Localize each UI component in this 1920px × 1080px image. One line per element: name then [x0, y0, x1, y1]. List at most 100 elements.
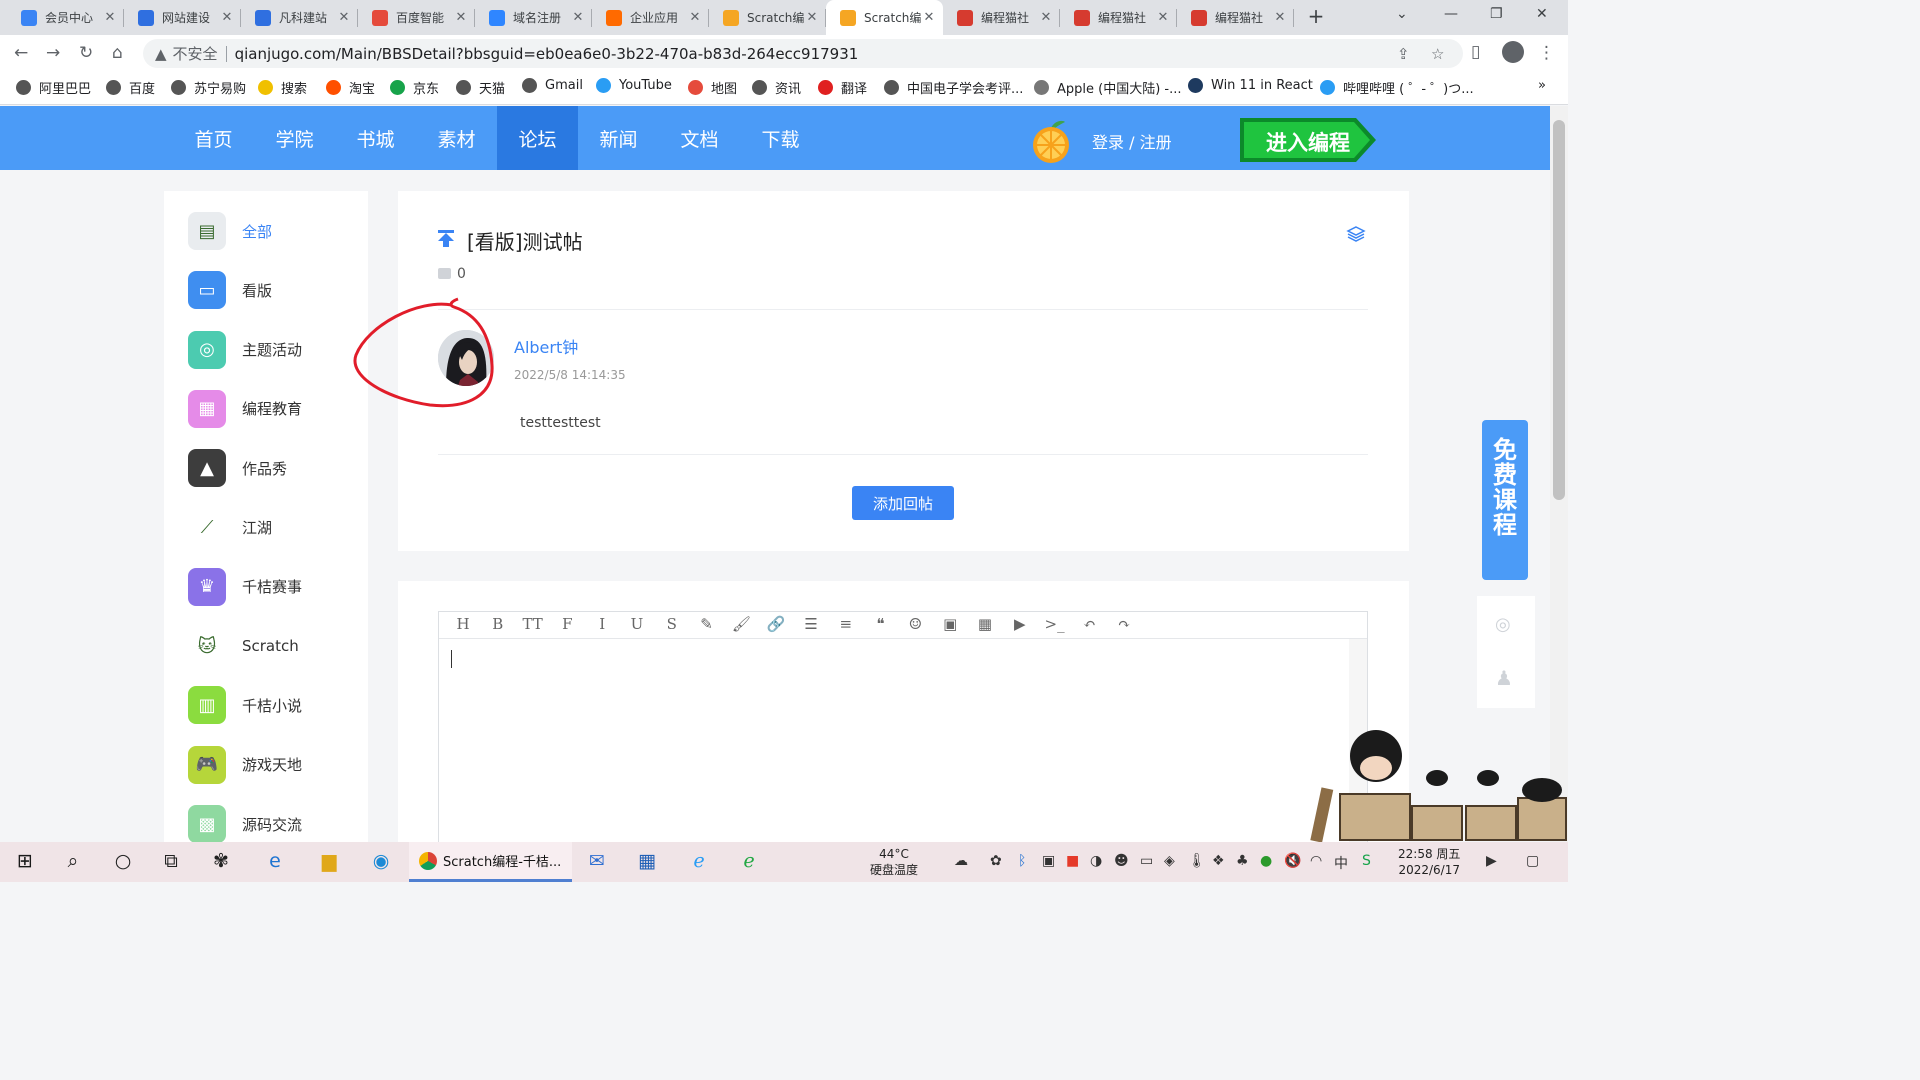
close-window-icon[interactable]: ✕ [1536, 6, 1548, 22]
free-course-banner[interactable]: 免费课程 [1482, 420, 1528, 580]
scrollbar-thumb[interactable] [1553, 120, 1565, 500]
sidebar-item[interactable]: ♛ 千桔赛事 [188, 567, 358, 607]
tray-app-icon[interactable]: ◈ [1164, 853, 1175, 869]
bookmark-item[interactable]: 京东 [390, 78, 439, 97]
nav-item[interactable]: 素材 [416, 106, 497, 170]
side-panel-icon[interactable]: ▯ [1471, 42, 1480, 62]
cortana-icon[interactable]: ○ [110, 850, 136, 874]
close-tab-icon[interactable]: ✕ [453, 10, 469, 25]
profile-avatar[interactable] [1502, 41, 1524, 63]
bookmark-item[interactable]: 淘宝 [326, 78, 375, 97]
nav-item[interactable]: 论坛 [497, 106, 578, 170]
bold-icon[interactable]: B [486, 615, 510, 635]
forward-icon[interactable]: → [46, 43, 60, 63]
bookmark-item[interactable]: 哔哩哔哩 ( ゜- ゜)つ... [1320, 78, 1474, 97]
tray-app-icon[interactable]: ◑ [1090, 853, 1102, 869]
search-icon[interactable]: ⌕ [60, 850, 86, 874]
code-icon[interactable]: >_ [1043, 615, 1067, 635]
battery-icon[interactable]: ▭ [1140, 853, 1153, 869]
tray-app-icon[interactable]: ♣ [1236, 853, 1249, 869]
tab-10[interactable]: 编程猫社 ✕ [1177, 0, 1294, 35]
author-name[interactable]: Albert钟 [514, 334, 578, 358]
bookmark-item[interactable]: 苏宁易购 [171, 78, 246, 97]
taskbar-app-chrome[interactable]: Scratch编程-千桔... [409, 842, 572, 882]
nav-item[interactable]: 新闻 [578, 106, 659, 170]
bookmark-item[interactable]: Apple (中国大陆) -... [1034, 78, 1182, 97]
bookmark-item[interactable]: 中国电子学会考评... [884, 78, 1023, 97]
close-tab-icon[interactable]: ✕ [687, 10, 703, 25]
windows-start-icon[interactable]: ⊞ [12, 850, 38, 874]
tab-1[interactable]: 网站建设 ✕ [124, 0, 241, 35]
mail-icon[interactable]: ✉ [584, 850, 610, 874]
new-tab-button[interactable]: + [1304, 4, 1328, 30]
add-reply-button[interactable]: 添加回帖 [852, 486, 954, 520]
menu-icon[interactable]: ⋮ [1538, 43, 1555, 63]
wechat-icon[interactable]: ◎ [1495, 614, 1511, 635]
weather-icon[interactable]: ☁ [954, 853, 968, 869]
tray-app-icon[interactable]: ■ [1066, 853, 1079, 869]
redo-icon[interactable]: ↷ [1112, 615, 1136, 635]
quote-icon[interactable]: ❝ [869, 615, 893, 635]
heading-icon[interactable]: H [451, 615, 475, 635]
underline-icon[interactable]: U [625, 615, 649, 635]
tray-app-icon[interactable]: ☻ [1114, 853, 1129, 869]
tab-search-icon[interactable]: ⌄ [1396, 6, 1408, 22]
address-bar[interactable]: ▲ 不安全 qianjugo.com/Main/BBSDetail?bbsgui… [143, 39, 1463, 68]
sidebar-item[interactable]: 🎮 游戏天地 [188, 745, 358, 785]
tab-4[interactable]: 域名注册 ✕ [475, 0, 592, 35]
volume-muted-icon[interactable]: 🔇 [1284, 853, 1301, 869]
task-view-icon[interactable]: ⧉ [158, 850, 184, 874]
nav-item[interactable]: 首页 [173, 106, 254, 170]
login-register-link[interactable]: 登录 / 注册 [1092, 129, 1172, 153]
enter-coding-button[interactable]: 进入编程 [1238, 116, 1378, 164]
nav-item[interactable]: 学院 [254, 106, 335, 170]
system-clock[interactable]: 22:58 周五 2022/6/17 [1398, 846, 1460, 878]
bookmark-item[interactable]: Win 11 in React [1188, 78, 1313, 93]
sidebar-item[interactable]: 🐱 Scratch [188, 626, 358, 666]
nav-item[interactable]: 下载 [740, 106, 821, 170]
reply-editor[interactable]: H B TT F I U S ✎ 🖌 🔗 ☰ ≡ ❝ ☺ ▣ ▦ ▶ >_ ↶ ↷ [438, 611, 1368, 851]
network-icon[interactable]: ◠ [1310, 853, 1322, 869]
sidebar-item[interactable]: ▥ 千桔小说 [188, 685, 358, 725]
temperature-widget[interactable]: 44°C 硬盘温度 [870, 846, 918, 878]
url-text[interactable]: qianjugo.com/Main/BBSDetail?bbsguid=eb0e… [235, 45, 859, 63]
tray-app-icon[interactable]: ● [1260, 853, 1272, 869]
nav-item[interactable]: 文档 [659, 106, 740, 170]
table-icon[interactable]: ▦ [973, 615, 997, 635]
bookmark-item[interactable]: 翻译 [818, 78, 867, 97]
tab-5[interactable]: 企业应用 ✕ [592, 0, 709, 35]
tab-3[interactable]: 百度智能 ✕ [358, 0, 475, 35]
close-tab-icon[interactable]: ✕ [102, 10, 118, 25]
back-icon[interactable]: ← [14, 43, 28, 63]
bookmark-item[interactable]: YouTube [596, 78, 672, 93]
bookmark-star-icon[interactable]: ☆ [1431, 45, 1444, 63]
undo-icon[interactable]: ↶ [1077, 615, 1101, 635]
sidebar-item[interactable]: ▩ 源码交流 [188, 804, 358, 844]
bookmark-item[interactable]: 阿里巴巴 [16, 78, 91, 97]
tab-8[interactable]: 编程猫社 ✕ [943, 0, 1060, 35]
brush-icon[interactable]: 🖌 [729, 615, 753, 635]
bluetooth-icon[interactable]: ᛒ [1018, 853, 1026, 869]
bookmark-item[interactable]: 地图 [688, 78, 737, 97]
highlight-icon[interactable]: ✎ [695, 615, 719, 635]
sidebar-item[interactable]: ▤ 全部 [188, 211, 358, 251]
bookmarks-more[interactable]: » [1538, 78, 1546, 93]
close-tab-icon[interactable]: ✕ [219, 10, 235, 25]
tab-7[interactable]: Scratch编 ✕ [826, 0, 943, 35]
sidebar-item[interactable]: ◎ 主题活动 [188, 330, 358, 370]
tray-app-icon[interactable]: ▣ [1042, 853, 1055, 869]
link-icon[interactable]: 🔗 [764, 615, 788, 635]
image-icon[interactable]: ▣ [938, 615, 962, 635]
bookmark-item[interactable]: Gmail [522, 78, 583, 93]
italic-icon[interactable]: I [590, 615, 614, 635]
show-desktop-icon[interactable]: ▶ [1486, 853, 1497, 869]
tab-2[interactable]: 凡科建站 ✕ [241, 0, 358, 35]
tab-0[interactable]: 会员中心 ✕ [7, 0, 124, 35]
tray-app-icon[interactable]: S [1362, 853, 1371, 869]
share-icon[interactable]: ⇪ [1397, 45, 1410, 63]
browser-icon[interactable]: ℯ [736, 850, 762, 874]
edge-icon[interactable]: ◉ [368, 850, 394, 874]
ie-icon[interactable]: ℯ [686, 850, 712, 874]
strikethrough-icon[interactable]: S [660, 615, 684, 635]
close-tab-icon[interactable]: ✕ [921, 10, 937, 25]
